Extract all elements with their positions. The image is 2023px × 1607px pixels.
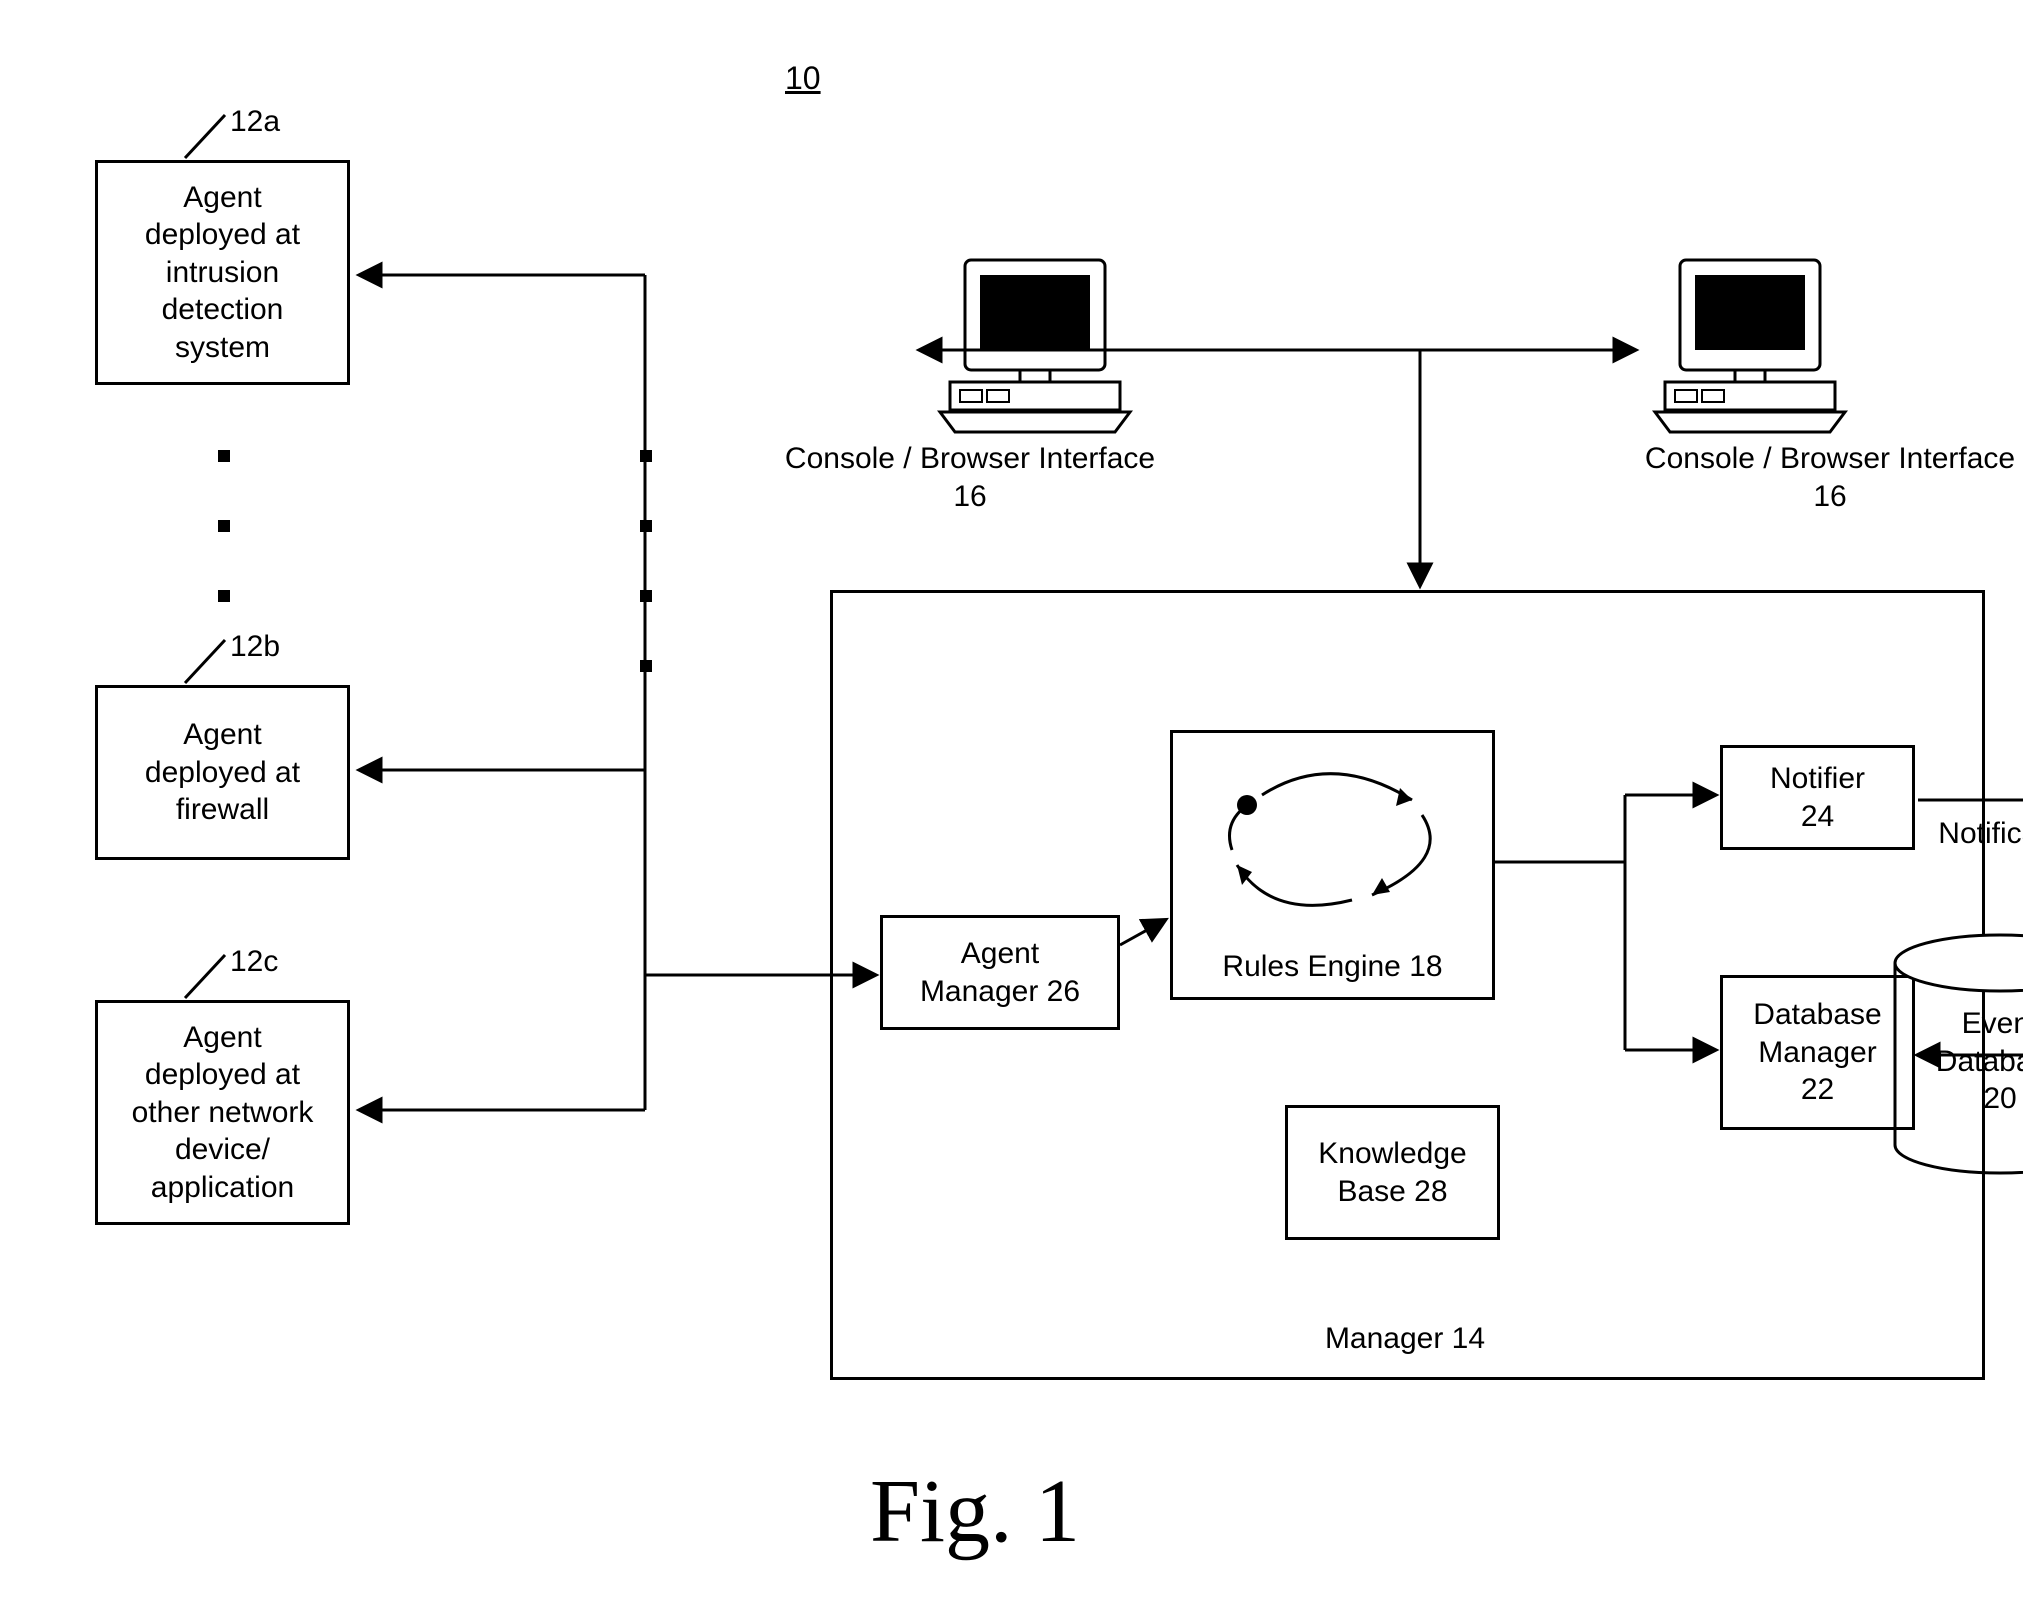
ellipsis-dot bbox=[218, 450, 230, 462]
rules-engine-box: Rules Engine 18 bbox=[1170, 730, 1495, 1000]
agent-box-12b: Agent deployed at firewall bbox=[95, 685, 350, 860]
console-left-label: Console / Browser Interface 16 bbox=[760, 440, 1180, 515]
console-right-num: 16 bbox=[1813, 480, 1846, 513]
diagram-canvas: 10 Agent deployed at intrusion detection… bbox=[0, 0, 2023, 1607]
agent-manager-box: Agent Manager 26 bbox=[880, 915, 1120, 1030]
agent-box-12a: Agent deployed at intrusion detection sy… bbox=[95, 160, 350, 385]
event-database-label: Event Database 20 bbox=[1935, 1005, 2023, 1118]
agent-manager-text: Agent Manager 26 bbox=[920, 935, 1080, 1010]
database-manager-text: Database Manager 22 bbox=[1753, 996, 1881, 1109]
agent-12a-callout: 12a bbox=[230, 105, 280, 139]
console-right-label: Console / Browser Interface 16 bbox=[1620, 440, 2023, 515]
figure-number: 10 bbox=[785, 60, 821, 97]
rules-engine-label: Rules Engine 18 bbox=[1222, 948, 1442, 986]
console-left-label-text: Console / Browser Interface bbox=[785, 442, 1155, 475]
console-computer-right bbox=[1640, 250, 1860, 445]
ellipsis-dot bbox=[640, 520, 652, 532]
notifier-box: Notifier 24 bbox=[1720, 745, 1915, 850]
agent-12c-text: Agent deployed at other network device/ … bbox=[132, 1019, 314, 1207]
console-right-label-text: Console / Browser Interface bbox=[1645, 442, 2015, 475]
notifier-text: Notifier 24 bbox=[1770, 760, 1865, 835]
ellipsis-dot bbox=[218, 590, 230, 602]
ellipsis-dot bbox=[640, 450, 652, 462]
agent-12b-text: Agent deployed at firewall bbox=[145, 716, 300, 829]
database-manager-box: Database Manager 22 bbox=[1720, 975, 1915, 1130]
console-left-num: 16 bbox=[953, 480, 986, 513]
manager-label: Manager 14 bbox=[1280, 1320, 1530, 1358]
ellipsis-dot bbox=[640, 590, 652, 602]
ellipsis-dot bbox=[218, 520, 230, 532]
knowledge-base-text: Knowledge Base 28 bbox=[1318, 1135, 1466, 1210]
agent-12c-callout: 12c bbox=[230, 945, 278, 979]
notifications-label: Notifications bbox=[1938, 815, 2023, 853]
console-computer-left bbox=[925, 250, 1145, 445]
knowledge-base-box: Knowledge Base 28 bbox=[1285, 1105, 1500, 1240]
agent-12a-text: Agent deployed at intrusion detection sy… bbox=[145, 179, 300, 367]
agent-12b-callout: 12b bbox=[230, 630, 280, 664]
figure-caption: Fig. 1 bbox=[870, 1460, 1080, 1563]
agent-box-12c: Agent deployed at other network device/ … bbox=[95, 1000, 350, 1225]
ellipsis-dot bbox=[640, 660, 652, 672]
